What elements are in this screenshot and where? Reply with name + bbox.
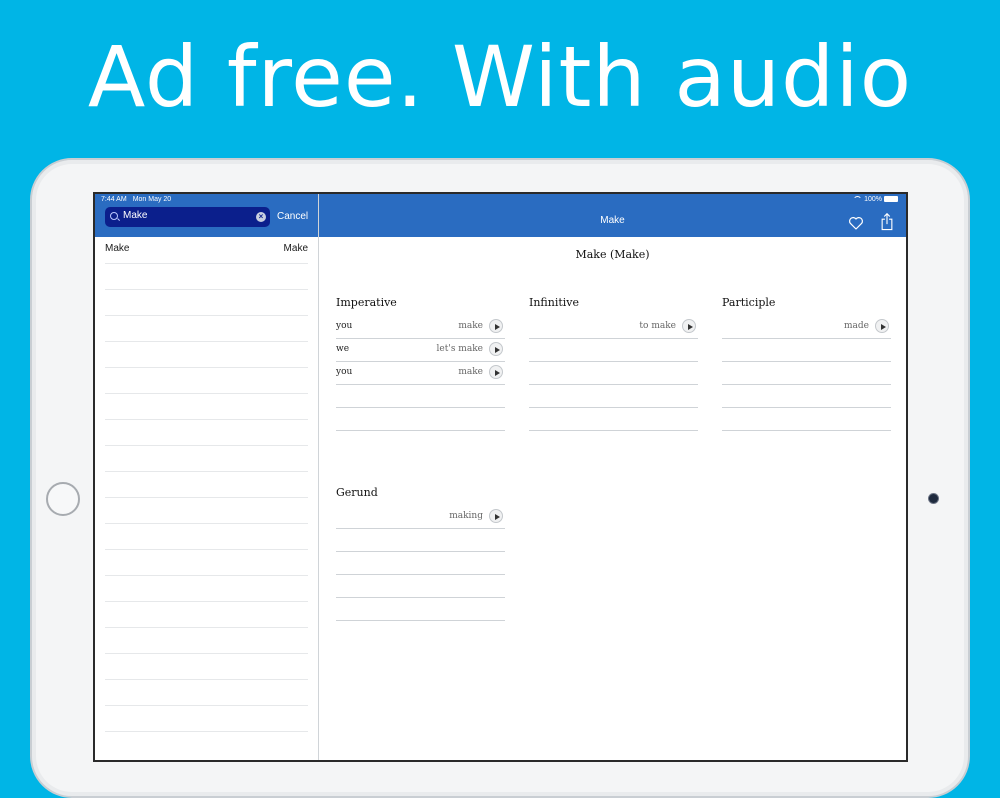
conjugation-row: made <box>722 316 891 339</box>
status-time: 7:44 AM <box>101 196 127 203</box>
list-divider <box>105 731 308 732</box>
pronoun: we <box>336 344 350 354</box>
search-icon <box>110 212 118 220</box>
result-translation: Make <box>283 243 308 254</box>
wifi-icon <box>853 196 863 202</box>
section-title-gerund: Gerund <box>336 486 378 499</box>
empty-row <box>529 339 698 362</box>
empty-row <box>336 385 505 408</box>
verb-form: make <box>458 321 483 331</box>
empty-row <box>336 408 505 431</box>
section-title-imperative: Imperative <box>336 296 397 309</box>
list-divider <box>105 445 308 446</box>
verb-form: made <box>844 321 869 331</box>
empty-row <box>529 385 698 408</box>
empty-row <box>336 598 505 621</box>
verb-form: to make <box>639 321 676 331</box>
empty-row <box>722 385 891 408</box>
battery-level: 100% <box>864 196 882 203</box>
empty-row <box>336 529 505 552</box>
camera <box>929 494 938 503</box>
list-divider <box>105 705 308 706</box>
empty-row <box>722 408 891 431</box>
verb-form: let's make <box>436 344 483 354</box>
conjugation-row: you make <box>336 362 505 385</box>
search-input[interactable]: Make × <box>105 207 270 227</box>
list-divider <box>105 575 308 576</box>
list-divider <box>105 367 308 368</box>
search-pane: 7:44 AM Mon May 20 Make × Cancel Make Mak… <box>95 194 319 760</box>
empty-row <box>722 339 891 362</box>
list-divider <box>105 679 308 680</box>
pronoun: you <box>336 321 353 331</box>
list-divider <box>105 523 308 524</box>
clear-icon[interactable]: × <box>256 212 266 222</box>
verb-form: make <box>458 367 483 377</box>
search-bar-header: 7:44 AM Mon May 20 Make × Cancel <box>95 194 318 237</box>
list-divider <box>105 601 308 602</box>
play-icon[interactable] <box>489 319 503 333</box>
section-title-participle: Participle <box>722 296 776 309</box>
result-word: Make <box>105 243 130 254</box>
play-icon[interactable] <box>489 365 503 379</box>
conjugation-row: you make <box>336 316 505 339</box>
list-divider <box>105 393 308 394</box>
play-icon[interactable] <box>875 319 889 333</box>
list-divider <box>105 627 308 628</box>
list-divider <box>105 315 308 316</box>
share-icon[interactable] <box>880 213 894 231</box>
play-icon[interactable] <box>489 342 503 356</box>
battery-icon <box>884 196 898 203</box>
word-title: Make (Make) <box>575 248 650 261</box>
list-divider <box>105 549 308 550</box>
heart-icon[interactable] <box>848 215 864 231</box>
conjugation-row: to make <box>529 316 698 339</box>
detail-pane: 100% Make Make (Make) Imperative you mak… <box>319 194 906 760</box>
empty-row <box>336 575 505 598</box>
nav-title: Make <box>600 215 625 226</box>
status-bar-right: 100% <box>853 196 898 203</box>
list-divider <box>105 497 308 498</box>
empty-row <box>336 552 505 575</box>
conjugation-row: we let's make <box>336 339 505 362</box>
status-bar-left: 7:44 AM Mon May 20 <box>101 196 177 203</box>
play-icon[interactable] <box>489 509 503 523</box>
list-divider <box>105 471 308 472</box>
list-divider <box>105 653 308 654</box>
empty-row <box>529 362 698 385</box>
status-date: Mon May 20 <box>132 196 172 203</box>
list-divider <box>105 289 308 290</box>
empty-row <box>529 408 698 431</box>
cancel-button[interactable]: Cancel <box>277 211 308 222</box>
search-input-value: Make <box>123 210 148 221</box>
app-screen: 7:44 AM Mon May 20 Make × Cancel Make Mak… <box>93 192 908 762</box>
play-icon[interactable] <box>682 319 696 333</box>
section-title-infinitive: Infinitive <box>529 296 580 309</box>
list-divider <box>105 341 308 342</box>
home-button[interactable] <box>46 482 80 516</box>
conjugation-row: making <box>336 506 505 529</box>
empty-row <box>722 362 891 385</box>
result-row[interactable]: Make Make <box>105 237 308 264</box>
verb-form: making <box>449 511 483 521</box>
detail-nav-bar: 100% Make <box>319 194 906 237</box>
list-divider <box>105 419 308 420</box>
pronoun: you <box>336 367 353 377</box>
headline: Ad free. With audio <box>87 28 913 126</box>
